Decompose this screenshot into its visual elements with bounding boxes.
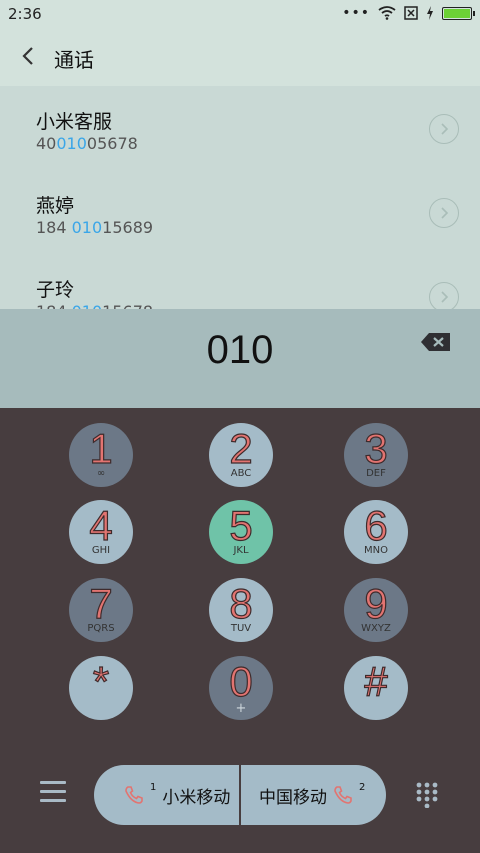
call-divider — [239, 765, 241, 825]
contact-detail-button[interactable] — [429, 198, 459, 228]
contact-number: 184 01015678 — [36, 302, 153, 309]
phone-icon — [334, 786, 352, 804]
key-3[interactable]: 3 DEF — [344, 423, 408, 487]
back-button[interactable] — [14, 42, 42, 70]
menu-icon[interactable] — [40, 781, 66, 807]
sim2-label: 中国移动 — [259, 787, 327, 808]
status-bar: 2:36 ••• — [0, 0, 480, 28]
wifi-icon — [378, 6, 396, 20]
page-title: 通话 — [54, 48, 94, 72]
battery-icon — [442, 6, 475, 20]
sim2-index: 2 — [359, 781, 366, 793]
contact-row[interactable]: 小米客服 4001005678 — [0, 86, 480, 170]
contact-row[interactable]: 燕婷 184 01015689 — [0, 170, 480, 254]
sim1-label: 小米移动 — [162, 787, 231, 808]
contact-detail-button[interactable] — [429, 282, 459, 309]
back-arrow-icon — [22, 47, 33, 65]
contact-number: 184 01015689 — [36, 218, 154, 237]
no-sim-icon — [404, 6, 418, 20]
dialpad-toggle-icon[interactable] — [416, 782, 438, 808]
contact-row[interactable]: 子玲 184 01015678 — [0, 254, 480, 309]
key-5[interactable]: 5 JKL — [209, 500, 273, 564]
dial-input-strip: 010 — [0, 309, 480, 408]
call-sim2-button[interactable]: 中国移动 2 — [259, 765, 365, 825]
key-6[interactable]: 6 MNO — [344, 500, 408, 564]
call-buttons: 1 小米移动 中国移动 2 — [94, 765, 386, 825]
contact-detail-button[interactable] — [429, 114, 459, 144]
more-dots-icon: ••• — [342, 5, 370, 21]
key-1[interactable]: 1 ∞ — [69, 423, 133, 487]
key-star[interactable]: * — [69, 656, 133, 720]
key-8[interactable]: 8 TUV — [209, 578, 273, 642]
chevron-right-icon — [441, 291, 449, 303]
call-sim1-button[interactable]: 1 小米移动 — [124, 765, 230, 825]
contact-results-list[interactable]: 小米客服 4001005678 燕婷 184 01015689 子玲 184 0… — [0, 86, 480, 309]
status-icons: ••• — [342, 5, 475, 21]
key-4[interactable]: 4 GHI — [69, 500, 133, 564]
contact-name: 小米客服 — [36, 111, 113, 133]
chevron-right-icon — [441, 123, 449, 135]
phone-icon — [125, 786, 143, 804]
sim1-index: 1 — [150, 781, 157, 793]
key-7[interactable]: 7 PQRS — [69, 578, 133, 642]
status-time: 2:36 — [8, 5, 42, 23]
contact-number: 4001005678 — [36, 134, 138, 153]
battery-fill — [444, 8, 470, 18]
key-2[interactable]: 2 ABC — [209, 423, 273, 487]
dialed-number: 010 — [206, 328, 274, 372]
chevron-right-icon — [441, 207, 449, 219]
contact-name: 子玲 — [36, 279, 75, 301]
header: 通话 — [0, 28, 480, 86]
charging-icon — [427, 6, 433, 20]
key-9[interactable]: 9 WXYZ — [344, 578, 408, 642]
voicemail-icon: ∞ — [96, 468, 106, 479]
backspace-icon[interactable] — [420, 331, 452, 353]
key-0[interactable]: 0 + — [209, 656, 273, 720]
key-hash[interactable]: # — [344, 656, 408, 720]
contact-name: 燕婷 — [36, 195, 75, 217]
